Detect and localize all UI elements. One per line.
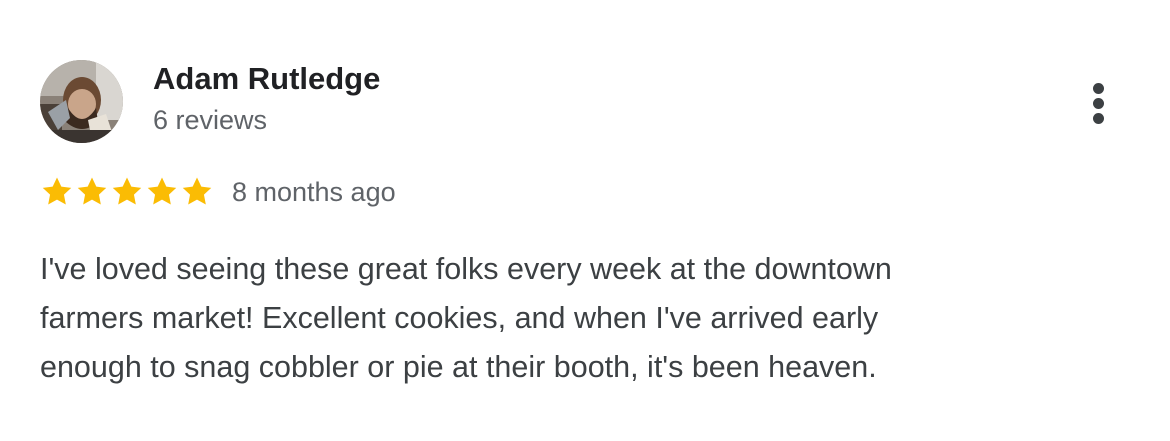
author-name[interactable]: Adam Rutledge: [153, 61, 380, 96]
rating-row: 8 months ago: [40, 172, 396, 212]
more-vert-icon: [1093, 113, 1104, 124]
star-icon: [110, 175, 144, 209]
more-options-button[interactable]: [1078, 76, 1120, 130]
review-card: Adam Rutledge 6 reviews 8 months ago I'v…: [0, 0, 1170, 441]
review-text-line: enough to snag cobbler or pie at their b…: [40, 350, 877, 384]
review-count[interactable]: 6 reviews: [153, 105, 267, 136]
star-icon: [40, 175, 74, 209]
star-icon: [145, 175, 179, 209]
review-text: I've loved seeing these great folks ever…: [40, 245, 1120, 392]
avatar-photo-icon: [40, 60, 123, 143]
review-text-line: farmers market! Excellent cookies, and w…: [40, 301, 879, 335]
more-vert-icon: [1093, 83, 1104, 94]
more-vert-icon: [1093, 98, 1104, 109]
avatar[interactable]: [40, 60, 123, 143]
star-rating: [40, 175, 215, 209]
star-icon: [75, 175, 109, 209]
review-text-line: I've loved seeing these great folks ever…: [40, 252, 892, 286]
review-time: 8 months ago: [232, 176, 396, 207]
star-icon: [180, 175, 214, 209]
